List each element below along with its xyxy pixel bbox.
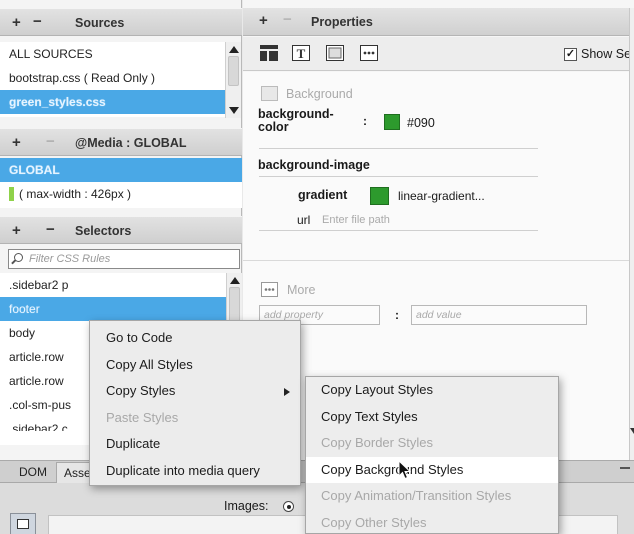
menu-item-duplicate[interactable]: Duplicate: [90, 431, 300, 458]
selectors-title: Selectors: [75, 224, 132, 238]
submenu-item-copy-other-styles: Copy Other Styles: [321, 514, 427, 530]
search-icon: [14, 253, 23, 262]
panel-menu-icon[interactable]: [620, 467, 630, 469]
sources-list: ALL SOURCES bootstrap.css ( Read Only ) …: [0, 42, 226, 117]
gradient-value[interactable]: linear-gradient...: [398, 189, 485, 203]
submenu-item-copy-border-styles: Copy Border Styles: [321, 435, 433, 450]
remove-source-button[interactable]: −: [33, 13, 42, 30]
submenu-item-copy-animation-transition-styles: Copy Animation/Transition Styles: [321, 488, 512, 503]
show-set-label: Show Se: [581, 47, 632, 61]
submenu-item-copy-background-styles[interactable]: Copy Background Styles: [306, 456, 558, 483]
media-header: + − @Media : GLOBAL: [0, 128, 242, 156]
source-item-all[interactable]: ALL SOURCES: [0, 42, 226, 66]
menu-item-copy-styles-label: Copy Styles: [106, 383, 176, 398]
menu-item-paste-styles: Paste Styles: [106, 409, 179, 425]
selector-item-footer[interactable]: footer: [0, 297, 226, 321]
properties-scrollbar[interactable]: [629, 8, 634, 460]
menu-item-copy-styles[interactable]: Copy Styles: [90, 378, 300, 405]
sources-scrollbar[interactable]: [225, 42, 241, 118]
mouse-pointer-icon: [398, 460, 412, 480]
show-set-checkbox[interactable]: ✓: [564, 48, 577, 61]
sources-header: + − Sources: [0, 8, 242, 36]
filter-placeholder: Filter CSS Rules: [29, 253, 111, 265]
image-thumbnail-icon[interactable]: [10, 513, 36, 534]
media-item-max-width-label: ( max-width : 426px ): [19, 187, 132, 201]
remove-selector-button[interactable]: −: [46, 221, 55, 238]
source-item-green-styles[interactable]: green_styles.css: [0, 90, 226, 114]
sources-title: Sources: [75, 16, 125, 30]
scroll-down-icon[interactable]: [630, 428, 634, 434]
url-label: url: [297, 213, 311, 227]
selector-item[interactable]: .sidebar2 p: [0, 273, 226, 297]
media-item-global[interactable]: GLOBAL: [0, 158, 242, 182]
background-heading: Background: [286, 87, 353, 101]
source-item-bootstrap[interactable]: bootstrap.css ( Read Only ): [0, 66, 226, 90]
divider: [259, 148, 538, 149]
copy-styles-submenu: Copy Layout Styles Copy Text Styles Copy…: [305, 376, 559, 534]
media-list: GLOBAL ( max-width : 426px ): [0, 158, 242, 208]
layout-category-icon[interactable]: [260, 45, 278, 61]
add-selector-button[interactable]: +: [12, 222, 21, 239]
background-color-colon: :: [363, 114, 367, 128]
media-title: @Media : GLOBAL: [75, 136, 187, 150]
add-source-button[interactable]: +: [12, 14, 21, 31]
url-input[interactable]: Enter file path: [322, 214, 390, 226]
scroll-down-icon[interactable]: [229, 107, 239, 114]
scroll-up-icon[interactable]: [229, 46, 239, 53]
menu-item-copy-all-styles[interactable]: Copy All Styles: [90, 352, 300, 379]
submenu-arrow-icon: [284, 388, 290, 396]
background-color-value[interactable]: #090: [407, 116, 435, 130]
media-query-marker: [9, 187, 14, 201]
menu-item-duplicate-into-media-query[interactable]: Duplicate into media query: [90, 458, 300, 485]
gradient-swatch[interactable]: [370, 187, 389, 205]
remove-property-button[interactable]: −: [283, 11, 292, 28]
scroll-thumb[interactable]: [228, 56, 239, 86]
remove-media-button[interactable]: −: [46, 133, 55, 150]
border-category-icon[interactable]: [326, 45, 344, 61]
properties-header: + − Properties: [243, 8, 634, 36]
add-media-button[interactable]: +: [12, 134, 21, 151]
add-value-colon: :: [395, 308, 399, 322]
gradient-label: gradient: [298, 188, 348, 202]
submenu-item-copy-layout-styles[interactable]: Copy Layout Styles: [306, 377, 558, 404]
background-category-icon: [261, 86, 278, 101]
background-image-label: background-image: [258, 158, 370, 172]
images-label: Images:: [224, 499, 269, 513]
divider: [259, 176, 538, 177]
context-menu: Go to Code Copy All Styles Copy Styles P…: [89, 320, 301, 486]
text-category-icon[interactable]: T: [292, 45, 310, 61]
filter-css-rules-input[interactable]: Filter CSS Rules: [8, 249, 240, 269]
svg-text:T: T: [297, 46, 306, 61]
more-category-icon[interactable]: [360, 45, 378, 61]
add-property-plus-button[interactable]: +: [259, 12, 268, 29]
background-color-swatch[interactable]: [384, 114, 400, 130]
more-section-icon: [261, 282, 278, 297]
properties-title: Properties: [311, 15, 373, 29]
scroll-up-icon[interactable]: [230, 277, 240, 284]
menu-item-go-to-code[interactable]: Go to Code: [90, 325, 300, 352]
properties-toolbar: T ✓ Show Se: [243, 37, 634, 71]
media-item-max-width[interactable]: ( max-width : 426px ): [0, 182, 242, 206]
add-value-input[interactable]: add value: [411, 305, 587, 325]
section-divider: [243, 260, 634, 261]
selectors-header: + − Selectors: [0, 216, 242, 244]
background-color-label: background- color: [258, 107, 334, 134]
tab-dom[interactable]: DOM: [19, 465, 47, 479]
divider: [259, 230, 538, 231]
more-heading: More: [287, 283, 316, 297]
images-radio[interactable]: [283, 501, 294, 512]
submenu-item-copy-text-styles[interactable]: Copy Text Styles: [306, 404, 558, 431]
